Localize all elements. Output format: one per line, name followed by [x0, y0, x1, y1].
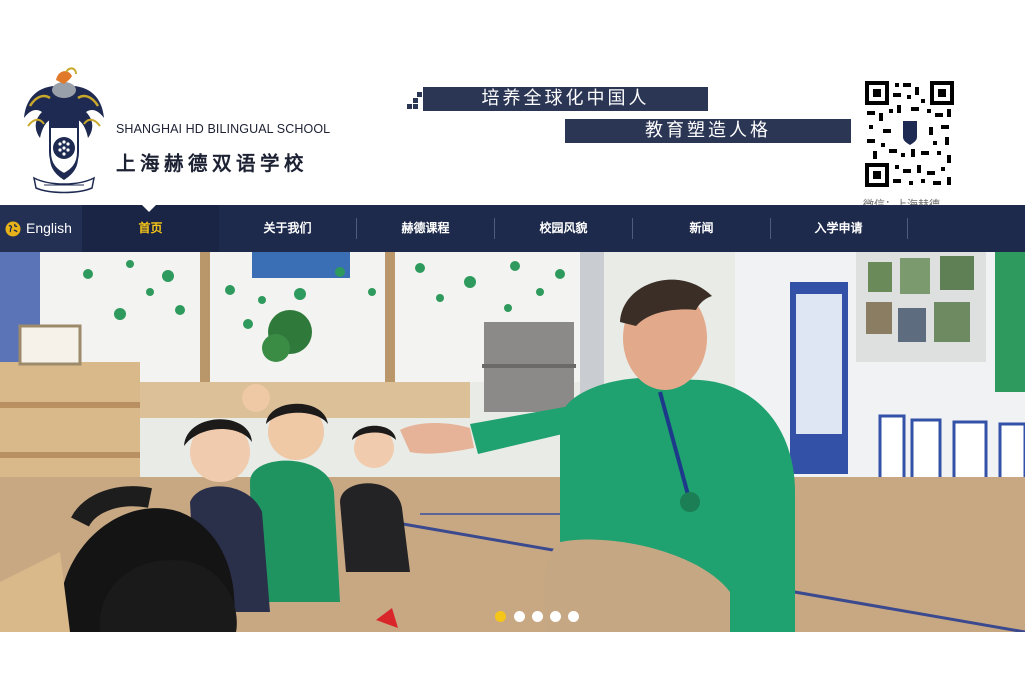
slider-dot-4[interactable] [550, 611, 561, 622]
wechat-qr-code-icon [863, 79, 956, 189]
school-name-cn: 上海赫德双语学校 [116, 152, 309, 175]
language-switch-english[interactable]: English [0, 205, 82, 252]
school-crest-icon[interactable] [20, 66, 108, 194]
slogan-education-character: 教育塑造人格 [565, 119, 851, 143]
slider-dot-2[interactable] [514, 611, 525, 622]
main-navigation: English 首页 关于我们 赫德课程 校园风貌 新闻 入学申请 [0, 205, 1025, 252]
nav-item-news[interactable]: 新闻 [633, 205, 770, 252]
active-nav-caret [142, 205, 156, 212]
language-label: English [26, 220, 72, 236]
nav-item-admissions[interactable]: 入学申请 [771, 205, 906, 252]
nav-item-campus[interactable]: 校园风貌 [495, 205, 632, 252]
hero-slider[interactable] [0, 252, 1025, 632]
nav-item-curriculum[interactable]: 赫德课程 [357, 205, 494, 252]
slider-dot-3[interactable] [532, 611, 543, 622]
school-name-en: SHANGHAI HD BILINGUAL SCHOOL [116, 122, 331, 136]
site-header: SHANGHAI HD BILINGUAL SCHOOL 上海赫德双语学校 培养… [0, 0, 1025, 211]
slogan-global-chinese: 培养全球化中国人 [423, 87, 708, 111]
slider-dot-1[interactable] [495, 611, 506, 622]
nav-item-about-us[interactable]: 关于我们 [219, 205, 356, 252]
nav-item-home[interactable]: 首页 [82, 205, 219, 252]
slider-dot-5[interactable] [568, 611, 579, 622]
globe-icon [5, 221, 21, 237]
nav-divider [907, 218, 908, 239]
hero-classroom-photo [0, 252, 1025, 632]
